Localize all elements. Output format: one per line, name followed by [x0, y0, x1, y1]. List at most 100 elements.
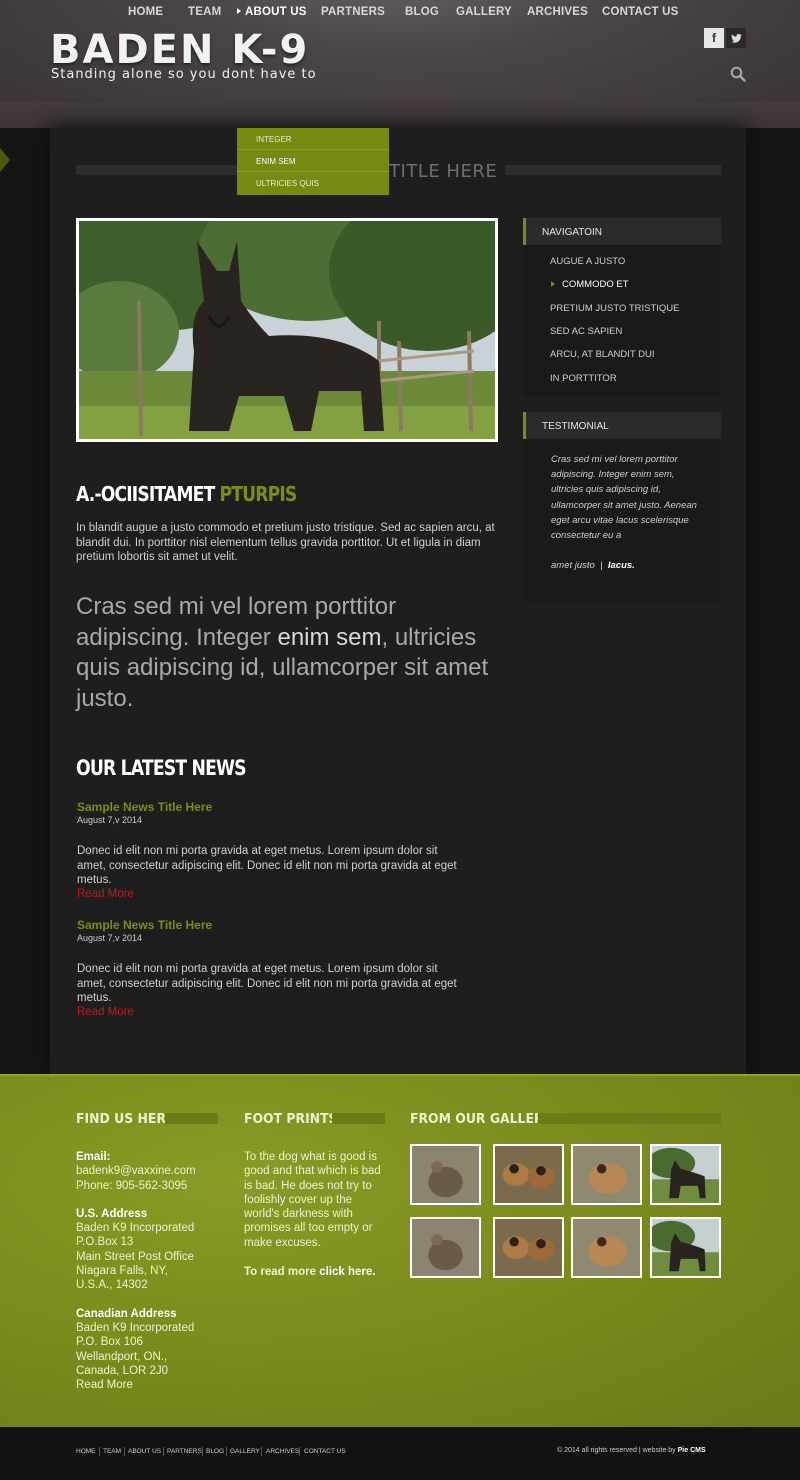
gallery-thumbnail[interactable]: [571, 1144, 642, 1205]
news-item: Sample News Title Here August 7,v 2014 D…: [77, 918, 457, 1018]
article-body: In blandit augue a justo commodo et pret…: [76, 522, 495, 563]
foot-prints-heading: FOOT PRINTS: [244, 1111, 338, 1127]
ca-address-line: Baden K9 Incorporated: [76, 1321, 195, 1334]
article-heading-green: PTURPIS: [219, 482, 298, 506]
foot-prints-more: To read more click here.: [244, 1265, 404, 1279]
dropdown-divider: [237, 149, 389, 150]
credit-link[interactable]: Pie CMS: [678, 1447, 706, 1454]
footer-link-separator: [261, 1447, 262, 1456]
main-nav: [0, 102, 800, 128]
phone: Phone: 905-562-3095: [76, 1179, 188, 1192]
footer-link-contact-us[interactable]: CONTACT US: [304, 1448, 346, 1455]
footer-link-about-us[interactable]: ABOUT US: [128, 1448, 161, 1455]
dropdown-divider: [237, 171, 389, 172]
footer-link-blog[interactable]: BLOG: [206, 1448, 224, 1455]
sidebar-link-arcu[interactable]: ARCU, AT BLANDIT DUI: [550, 349, 655, 360]
footer-link-separator: [299, 1447, 300, 1456]
news-item: Sample News Title Here August 7,v 2014 D…: [77, 800, 457, 900]
footer-link-archives[interactable]: ARCHIVES: [266, 1448, 299, 1455]
footer-link-separator: [226, 1447, 227, 1456]
nav-home[interactable]: HOME: [128, 6, 163, 18]
gallery-thumbnail[interactable]: [493, 1217, 564, 1278]
sidebar-nav-heading: NAVIGATOIN: [523, 218, 721, 245]
nav-gallery[interactable]: GALLERY: [456, 6, 512, 18]
us-address-line: Baden K9 Incorporated: [76, 1222, 195, 1235]
find-us-heading: FIND US HERE: [76, 1111, 175, 1127]
dropdown-item-enim-sem[interactable]: ENIM SEM: [256, 157, 296, 166]
dropdown-item-ultricies-quis[interactable]: ULTRICIES QUIS: [256, 179, 319, 188]
author-separator: |: [600, 560, 603, 571]
twitter-icon[interactable]: [726, 28, 746, 48]
read-more-prefix: To read more: [244, 1266, 316, 1278]
sidebar-link-sed-ac[interactable]: SED AC SAPIEN: [550, 326, 622, 337]
testimonial-text: Cras sed mi vel lorem porttitor adipisci…: [551, 454, 697, 542]
testimonial-author: amet justo | lacus.: [551, 560, 635, 571]
gallery-heading: FROM OUR GALLERY: [410, 1111, 552, 1127]
news-body: Donec id elit non mi porta gravida at eg…: [77, 963, 457, 1004]
lead-bold: enim sem: [277, 623, 382, 651]
footer-link-separator: [124, 1447, 125, 1456]
footer-link-gallery[interactable]: GALLERY: [230, 1448, 260, 1455]
news-heading: OUR LATEST NEWS: [76, 756, 247, 780]
credit-prefix: website by: [642, 1447, 676, 1454]
dropdown-active-arrow-icon: [0, 148, 10, 172]
footer-link-separator: [163, 1447, 164, 1456]
click-here-link[interactable]: click here.: [319, 1266, 375, 1278]
foot-prints-text: To the dog what is good is good and that…: [244, 1151, 381, 1249]
news-date: August 7,v 2014: [77, 815, 143, 825]
news-title[interactable]: Sample News Title Here: [77, 918, 457, 932]
news-date: August 7,v 2014: [77, 933, 143, 943]
ca-address-label: Canadian Address: [76, 1307, 177, 1320]
news-title[interactable]: Sample News Title Here: [77, 800, 457, 814]
tagline: Standing alone so you dont have to: [51, 67, 317, 82]
article-heading-white: A.-OCIISITAMET: [76, 482, 215, 506]
heading-divider: [538, 1113, 721, 1124]
author-name: amet justo: [551, 560, 595, 571]
nav-archives[interactable]: ARCHIVES: [527, 6, 588, 18]
sidebar-link-commodo[interactable]: COMMODO ET: [562, 279, 629, 290]
read-more-link[interactable]: Read More: [77, 888, 457, 900]
nav-about-us[interactable]: ABOUT US: [237, 6, 307, 18]
heading-divider: [332, 1113, 385, 1124]
read-more-link[interactable]: Read More: [76, 1378, 236, 1392]
email-link[interactable]: badenk9@vaxxine.com: [76, 1164, 236, 1178]
ca-address-line: Wellandport, ON.,: [76, 1350, 168, 1363]
us-address-line: U.S.A., 14302: [76, 1279, 148, 1292]
nav-partners[interactable]: PARTNERS: [321, 6, 385, 18]
contact-block: Email: badenk9@vaxxine.com Phone: 905-56…: [76, 1150, 236, 1392]
ca-address-line: P.O. Box 106: [76, 1336, 143, 1349]
us-address-line: Niagara Falls, NY,: [76, 1265, 168, 1278]
dropdown-item-integer[interactable]: INTEGER: [256, 135, 292, 144]
gallery-thumbnail[interactable]: [410, 1217, 481, 1278]
gallery-thumbnail[interactable]: [410, 1144, 481, 1205]
footer-link-partners[interactable]: PARTNERS: [167, 1448, 202, 1455]
gallery-thumbnail[interactable]: [571, 1217, 642, 1278]
nav-blog[interactable]: BLOG: [405, 6, 439, 18]
article-heading: A.-OCIISITAMET PTURPIS: [76, 482, 298, 506]
ca-address-line: Canada, LOR 2J0: [76, 1364, 169, 1377]
logo[interactable]: BADEN K-9: [50, 30, 309, 70]
footer-link-team[interactable]: TEAM: [103, 1448, 121, 1455]
caret-right-icon: [551, 281, 555, 287]
facebook-icon[interactable]: f: [704, 28, 724, 48]
search-icon[interactable]: [730, 66, 746, 82]
sidebar-link-porttitor[interactable]: IN PORTTITOR: [550, 373, 617, 384]
gallery-thumbnail[interactable]: [493, 1144, 564, 1205]
us-address-line: P.O.Box 13: [76, 1236, 134, 1249]
gallery-thumbnail[interactable]: [650, 1144, 721, 1205]
gallery-thumbnail[interactable]: [650, 1217, 721, 1278]
sidebar-link-pretium[interactable]: PRETIUM JUSTO TRISTIQUE: [550, 303, 680, 314]
footer-link-home[interactable]: HOME: [76, 1448, 96, 1455]
copyright-separator: |: [638, 1447, 641, 1454]
news-body: Donec id elit non mi porta gravida at eg…: [77, 845, 457, 886]
nav-team[interactable]: TEAM: [188, 6, 221, 18]
nav-contact-us[interactable]: CONTACT US: [602, 6, 679, 18]
footer-link-separator: [202, 1447, 203, 1456]
read-more-link[interactable]: Read More: [77, 1006, 457, 1018]
article-lead: Cras sed mi vel lorem porttitor adipisci…: [76, 592, 506, 714]
us-address-line: Main Street Post Office: [76, 1250, 195, 1263]
footer-link-separator: [99, 1447, 100, 1456]
copyright: © 2014 all rights reserved | website by …: [557, 1447, 706, 1454]
sidebar-link-augue[interactable]: AUGUE A JUSTO: [550, 256, 625, 267]
heading-divider: [165, 1113, 218, 1124]
